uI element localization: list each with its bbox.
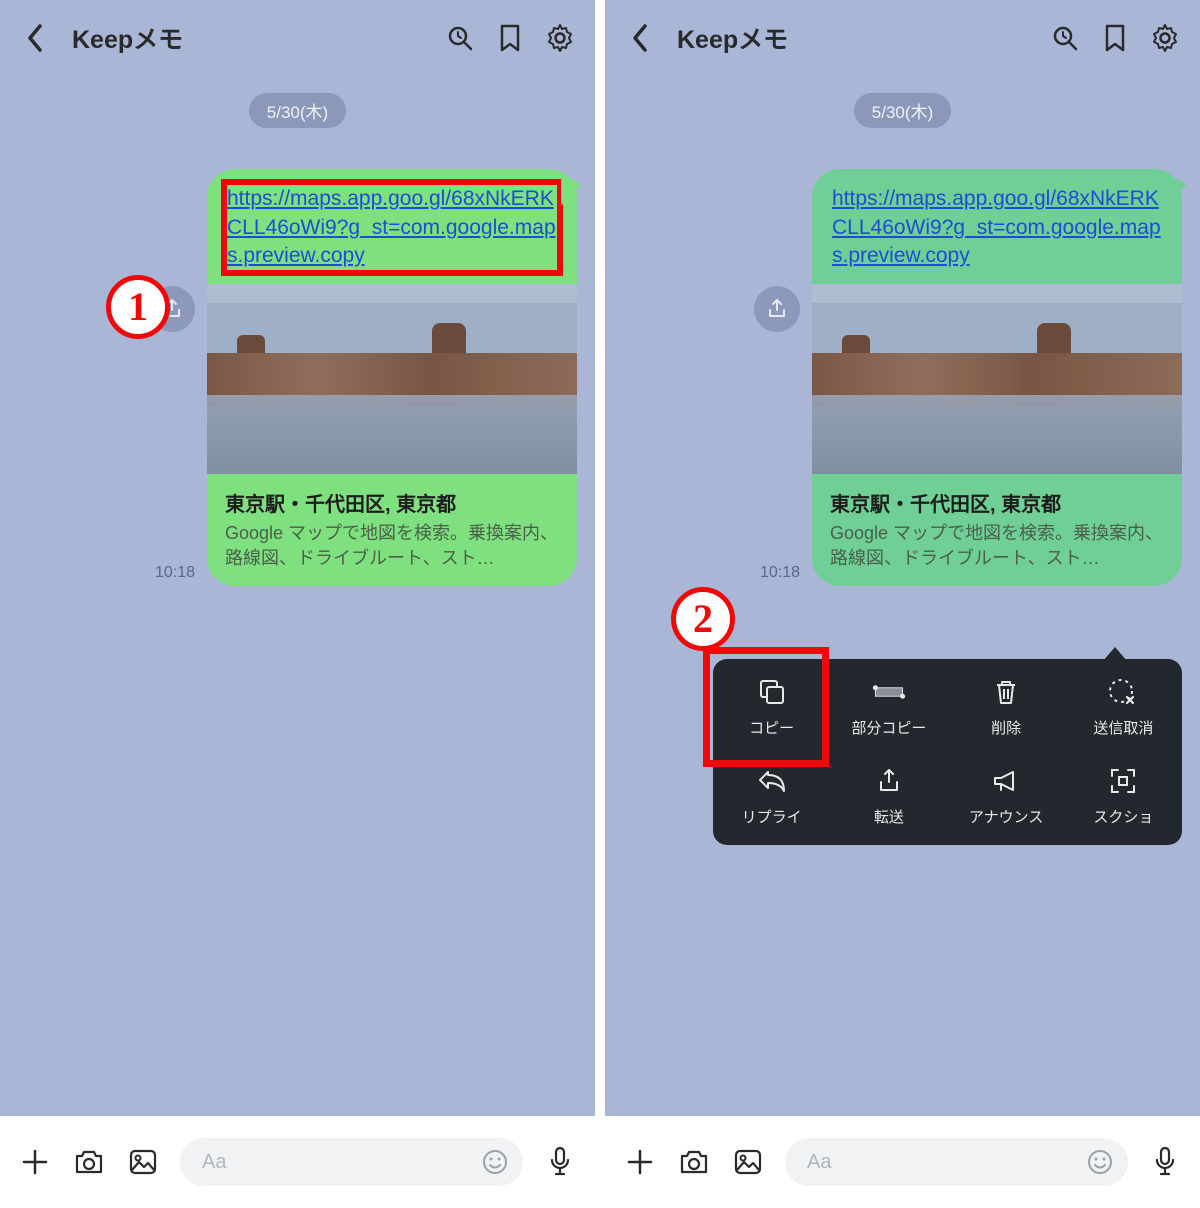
mic-icon[interactable]: [543, 1145, 577, 1179]
date-separator: 5/30(木): [854, 93, 951, 128]
emoji-icon[interactable]: [481, 1148, 509, 1176]
link-preview-desc: Google マップで地図を検索。乗換案内、路線図、ドライブルート、スト…: [225, 521, 559, 570]
settings-icon[interactable]: [1148, 21, 1182, 55]
link-preview-card[interactable]: 東京駅・千代田区, 東京都 Google マップで地図を検索。乗換案内、路線図、…: [812, 284, 1182, 586]
ctx-unsend[interactable]: 送信取消: [1065, 661, 1182, 750]
step-badge-1: 1: [106, 275, 170, 339]
reply-icon: [755, 764, 789, 798]
settings-icon[interactable]: [543, 21, 577, 55]
chat-title: Keepメモ: [72, 20, 183, 56]
message-row: 10:18 https://maps.app.goo.gl/68xNkERKCL…: [623, 146, 1182, 586]
search-icon[interactable]: [1048, 21, 1082, 55]
chat-header: Keepメモ: [0, 0, 595, 75]
phone-screen-right: Keepメモ 5/30(木) 10:18 https://maps.a: [605, 0, 1200, 1208]
input-bar: Aa: [0, 1116, 595, 1208]
ctx-announce[interactable]: アナウンス: [948, 750, 1065, 839]
ctx-screenshot[interactable]: スクショ: [1065, 750, 1182, 839]
ctx-label: 削除: [991, 717, 1021, 738]
emoji-icon[interactable]: [1086, 1148, 1114, 1176]
link-preview-image: [207, 284, 577, 474]
message-input[interactable]: Aa: [180, 1138, 523, 1186]
gallery-icon[interactable]: [126, 1145, 160, 1179]
ctx-label: 転送: [874, 806, 904, 827]
message-input[interactable]: Aa: [785, 1138, 1128, 1186]
back-button[interactable]: [623, 21, 657, 55]
link-preview-image: [812, 284, 1182, 474]
step-badge-2: 2: [671, 587, 735, 651]
ctx-label: アナウンス: [969, 806, 1043, 827]
forward-icon: [872, 764, 906, 798]
message-bubble-link[interactable]: https://maps.app.goo.gl/68xNkERKCLL46oWi…: [812, 169, 1182, 284]
mic-icon[interactable]: [1148, 1145, 1182, 1179]
ctx-label: リプライ: [742, 806, 802, 827]
message-url-link[interactable]: https://maps.app.goo.gl/68xNkERKCLL46oWi…: [227, 187, 556, 267]
ctx-label: 部分コピー: [851, 717, 926, 738]
plus-icon[interactable]: [18, 1145, 52, 1179]
link-preview-title: 東京駅・千代田区, 東京都: [830, 488, 1164, 517]
camera-icon[interactable]: [72, 1145, 106, 1179]
input-bar: Aa: [605, 1116, 1200, 1208]
message-row: 10:18 https://maps.app.goo.gl/68xNkERKCL…: [18, 146, 577, 586]
link-preview-title: 東京駅・千代田区, 東京都: [225, 488, 559, 517]
ctx-forward[interactable]: 転送: [830, 750, 947, 839]
back-button[interactable]: [18, 21, 52, 55]
ctx-label: 送信取消: [1093, 717, 1153, 738]
message-bubble-link[interactable]: https://maps.app.goo.gl/68xNkERKCLL46oWi…: [207, 169, 577, 284]
link-preview-card[interactable]: 東京駅・千代田区, 東京都 Google マップで地図を検索。乗換案内、路線図、…: [207, 284, 577, 586]
megaphone-icon: [989, 764, 1023, 798]
ctx-delete[interactable]: 削除: [948, 661, 1065, 750]
message-timestamp: 10:18: [155, 564, 195, 582]
chat-title: Keepメモ: [677, 20, 788, 56]
input-placeholder: Aa: [807, 1151, 831, 1174]
gallery-icon[interactable]: [731, 1145, 765, 1179]
chat-header: Keepメモ: [605, 0, 1200, 75]
bookmark-icon[interactable]: [1098, 21, 1132, 55]
share-button[interactable]: [754, 286, 800, 332]
link-preview-desc: Google マップで地図を検索。乗換案内、路線図、ドライブルート、スト…: [830, 521, 1164, 570]
input-placeholder: Aa: [202, 1151, 226, 1174]
chat-area: 5/30(木) 10:18 https://maps.app.goo.gl/68…: [0, 75, 595, 1116]
message-url-link[interactable]: https://maps.app.goo.gl/68xNkERKCLL46oWi…: [832, 187, 1161, 267]
plus-icon[interactable]: [623, 1145, 657, 1179]
unsend-icon: [1106, 675, 1140, 709]
ctx-partial-copy[interactable]: 部分コピー: [830, 661, 947, 750]
date-separator: 5/30(木): [249, 93, 346, 128]
bookmark-icon[interactable]: [493, 21, 527, 55]
screenshot-icon: [1106, 764, 1140, 798]
phone-screen-left: Keepメモ 5/30(木) 10:18 https://maps.a: [0, 0, 595, 1208]
partial-copy-icon: [872, 675, 906, 709]
search-icon[interactable]: [443, 21, 477, 55]
camera-icon[interactable]: [677, 1145, 711, 1179]
trash-icon: [989, 675, 1023, 709]
message-timestamp: 10:18: [760, 564, 800, 582]
step-2-highlight-box: [703, 647, 829, 767]
chat-area: 5/30(木) 10:18 https://maps.app.goo.gl/68…: [605, 75, 1200, 1116]
ctx-label: スクショ: [1093, 806, 1153, 827]
